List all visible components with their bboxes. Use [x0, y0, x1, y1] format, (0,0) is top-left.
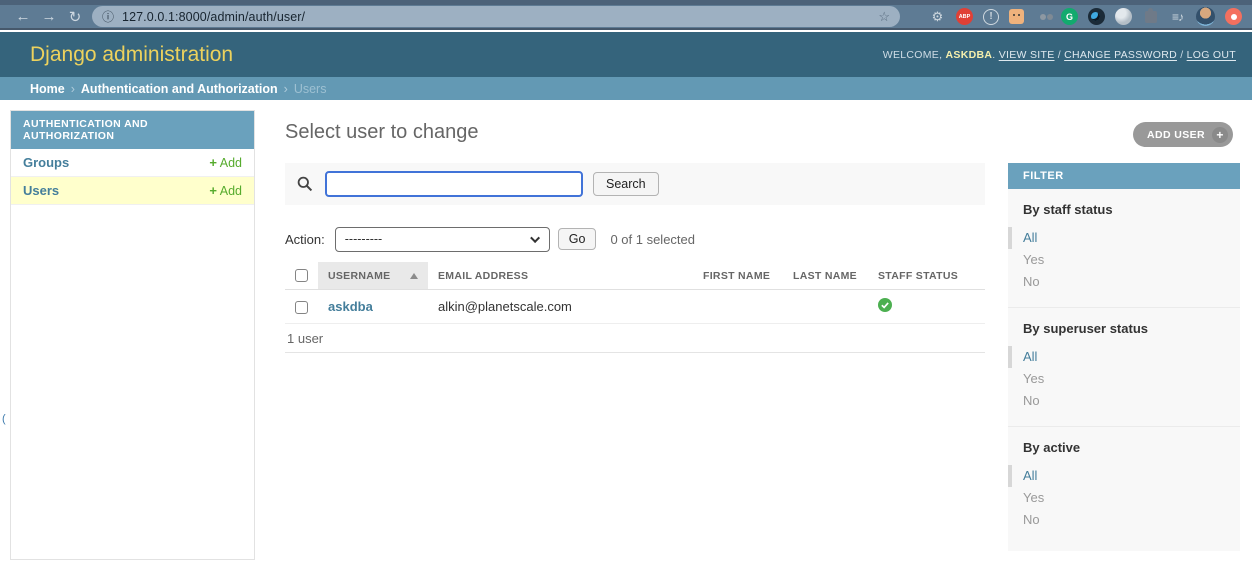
user-tools: WELCOME, ASKDBA. VIEW SITE / CHANGE PASS…	[883, 49, 1236, 61]
search-input[interactable]	[325, 171, 583, 197]
groups-link[interactable]: Groups	[23, 155, 69, 170]
sidebar-item-groups[interactable]: Groups + Add	[11, 149, 254, 177]
adblock-extension-icon[interactable]: ABP	[956, 8, 973, 25]
alert-extension-icon[interactable]: !	[983, 9, 999, 25]
filter-section-staff-status: By staff status All Yes No	[1008, 189, 1240, 308]
column-header-email[interactable]: EMAIL ADDRESS	[428, 262, 693, 290]
filter-option-no[interactable]: No	[1023, 509, 1225, 531]
site-branding[interactable]: Django administration	[30, 43, 233, 67]
first-name-cell	[693, 290, 783, 324]
results-divider	[285, 352, 985, 353]
sort-ascending-icon[interactable]	[410, 273, 418, 279]
row-checkbox[interactable]	[295, 301, 308, 314]
breadcrumb-separator: ›	[284, 82, 288, 96]
chevron-down-icon	[530, 233, 540, 243]
column-header-staff-status: STAFF STATUS	[868, 262, 985, 290]
gear-extension-icon[interactable]: ⚙	[929, 8, 946, 25]
view-site-link[interactable]: VIEW SITE	[999, 49, 1055, 61]
add-user-link[interactable]: + Add	[209, 183, 242, 198]
stray-artifact: (	[2, 413, 6, 425]
filter-section-superuser-status: By superuser status All Yes No	[1008, 308, 1240, 427]
search-icon	[297, 176, 313, 192]
bookmark-star-icon[interactable]: ☆	[878, 9, 890, 25]
media-list-icon[interactable]: ≡♪	[1169, 8, 1186, 25]
table-header-row: USERNAME EMAIL ADDRESS FIRST NAME LAST N…	[285, 262, 985, 290]
column-header-username[interactable]: USERNAME	[318, 262, 428, 290]
site-info-icon[interactable]: ⓘ	[102, 8, 114, 25]
staff-yes-icon	[878, 300, 892, 315]
column-header-last-name: LAST NAME	[783, 262, 868, 290]
face-extension-icon[interactable]	[1009, 9, 1024, 24]
filter-option-yes[interactable]: Yes	[1023, 487, 1225, 509]
filter-section-title: By superuser status	[1023, 321, 1225, 336]
email-cell: alkin@planetscale.com	[428, 290, 693, 324]
select-all-checkbox[interactable]	[295, 269, 308, 282]
app-module-header: AUTHENTICATION AND AUTHORIZATION	[11, 111, 254, 149]
filter-option-yes[interactable]: Yes	[1023, 368, 1225, 390]
search-button[interactable]: Search	[593, 172, 659, 196]
search-toolbar: Search	[285, 163, 985, 205]
filter-section-title: By active	[1023, 440, 1225, 455]
log-out-link[interactable]: LOG OUT	[1187, 49, 1236, 61]
red-extension-icon[interactable]	[1225, 8, 1242, 25]
table-row: askdba alkin@planetscale.com	[285, 290, 985, 324]
breadcrumb-auth[interactable]: Authentication and Authorization	[81, 82, 278, 96]
filter-section-active: By active All Yes No	[1008, 427, 1240, 545]
breadcrumb: Home › Authentication and Authorization …	[0, 77, 1252, 100]
current-username: ASKDBA	[946, 49, 993, 61]
breadcrumb-separator: ›	[71, 82, 75, 96]
filter-option-all[interactable]: All	[1008, 465, 1225, 487]
go-button[interactable]: Go	[558, 228, 597, 250]
filter-panel: FILTER By staff status All Yes No By sup…	[1008, 163, 1240, 551]
filter-option-all[interactable]: All	[1008, 346, 1225, 368]
audio-dots-extension-icon[interactable]	[1034, 8, 1051, 25]
app-sidebar: AUTHENTICATION AND AUTHORIZATION Groups …	[10, 110, 255, 560]
change-password-link[interactable]: CHANGE PASSWORD	[1064, 49, 1177, 61]
selection-counter: 0 of 1 selected	[610, 232, 695, 247]
actions-bar: Action: --------- Go 0 of 1 selected	[285, 226, 985, 252]
results-table: USERNAME EMAIL ADDRESS FIRST NAME LAST N…	[285, 262, 985, 324]
plus-icon: +	[209, 155, 217, 170]
user-row-link[interactable]: askdba	[328, 299, 373, 314]
globe-extension-icon[interactable]	[1115, 8, 1132, 25]
breadcrumb-home[interactable]: Home	[30, 82, 65, 96]
filter-option-no[interactable]: No	[1023, 390, 1225, 412]
page-title: Select user to change	[285, 121, 478, 144]
action-select[interactable]: ---------	[335, 227, 550, 252]
result-count: 1 user	[287, 331, 323, 346]
filter-option-all[interactable]: All	[1008, 227, 1225, 249]
last-name-cell	[783, 290, 868, 324]
forward-icon[interactable]: →	[36, 8, 62, 25]
profile-avatar[interactable]	[1196, 7, 1215, 26]
reload-icon[interactable]: ↻	[62, 8, 88, 26]
filter-section-title: By staff status	[1023, 202, 1225, 217]
breadcrumb-current: Users	[294, 82, 327, 96]
filter-option-no[interactable]: No	[1023, 271, 1225, 293]
admin-header: Django administration WELCOME, ASKDBA. V…	[0, 32, 1252, 77]
add-user-button[interactable]: ADD USER +	[1133, 122, 1233, 147]
filter-option-yes[interactable]: Yes	[1023, 249, 1225, 271]
sidebar-item-users[interactable]: Users + Add	[11, 177, 254, 205]
browser-toolbar: ← → ↻ ⓘ 127.0.0.1:8000/admin/auth/user/ …	[0, 0, 1252, 30]
welcome-text: WELCOME,	[883, 49, 943, 61]
back-icon[interactable]: ←	[10, 8, 36, 25]
plus-icon: +	[209, 183, 217, 198]
plus-icon: +	[1212, 127, 1228, 143]
filter-header: FILTER	[1008, 163, 1240, 189]
action-label: Action:	[285, 232, 325, 247]
add-group-link[interactable]: + Add	[209, 155, 242, 170]
url-text: 127.0.0.1:8000/admin/auth/user/	[122, 10, 305, 24]
users-link[interactable]: Users	[23, 183, 59, 198]
eye-extension-icon[interactable]	[1088, 8, 1105, 25]
column-header-first-name: FIRST NAME	[693, 262, 783, 290]
address-bar[interactable]: ⓘ 127.0.0.1:8000/admin/auth/user/ ☆	[92, 6, 900, 27]
grammarly-extension-icon[interactable]: G	[1061, 8, 1078, 25]
puzzle-extensions-icon[interactable]	[1142, 8, 1159, 25]
staff-status-cell	[868, 290, 985, 324]
